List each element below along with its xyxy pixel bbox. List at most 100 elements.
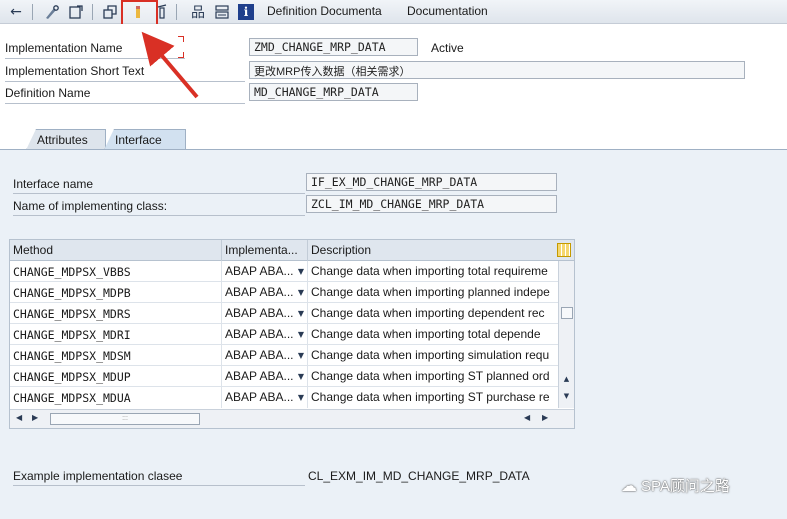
- status-text: Active: [431, 41, 464, 55]
- column-settings-icon[interactable]: [557, 243, 571, 257]
- dropdown-arrow-icon[interactable]: ▼: [298, 393, 304, 402]
- dropdown-arrow-icon[interactable]: ▼: [298, 288, 304, 297]
- column-header-implementation[interactable]: Implementa...: [222, 240, 308, 261]
- short-text-label: Implementation Short Text: [5, 64, 145, 78]
- impl-dropdown[interactable]: ABAP ABA... ▼: [222, 324, 308, 345]
- table-row[interactable]: CHANGE_MDPSX_VBBS ABAP ABA... ▼ Change da…: [10, 261, 558, 282]
- definition-documentation-button[interactable]: Definition Documenta: [267, 4, 382, 18]
- wechat-icon: ☁: [621, 476, 637, 495]
- method-cell[interactable]: CHANGE_MDPSX_MDRI: [10, 324, 222, 345]
- table-row[interactable]: CHANGE_MDPSX_MDSM ABAP ABA... ▼ Change da…: [10, 345, 558, 366]
- impl-value: ABAP ABA...: [225, 369, 294, 383]
- description-cell: Change data when importing planned indep…: [311, 285, 550, 299]
- dropdown-arrow-icon[interactable]: ▼: [298, 351, 304, 360]
- impl-dropdown[interactable]: ABAP ABA... ▼: [222, 345, 308, 366]
- field-corner-marker: [178, 52, 184, 58]
- dropdown-arrow-icon[interactable]: ▼: [298, 372, 304, 381]
- description-cell: Change data when importing total depende: [311, 327, 541, 341]
- label-underline: [13, 193, 305, 194]
- example-class-label: Example implementation clasee: [13, 469, 183, 483]
- scroll-right-icon[interactable]: ▶: [32, 413, 38, 422]
- change-display-icon[interactable]: [42, 2, 62, 22]
- dropdown-arrow-icon[interactable]: ▼: [298, 330, 304, 339]
- description-cell: Change data when importing simulation re…: [311, 348, 550, 362]
- impl-dropdown[interactable]: ABAP ABA... ▼: [222, 387, 308, 408]
- label-underline: [13, 215, 305, 216]
- impl-value: ABAP ABA...: [225, 390, 294, 404]
- scroll-down-icon[interactable]: ▼: [560, 389, 573, 402]
- table-row[interactable]: CHANGE_MDPSX_MDUA ABAP ABA... ▼ Change da…: [10, 387, 558, 408]
- impl-dropdown[interactable]: ABAP ABA... ▼: [222, 261, 308, 282]
- method-cell[interactable]: CHANGE_MDPSX_MDSM: [10, 345, 222, 366]
- impl-value: ABAP ABA...: [225, 348, 294, 362]
- def-name-label: Definition Name: [5, 86, 91, 100]
- method-cell[interactable]: CHANGE_MDPSX_MDUP: [10, 366, 222, 387]
- watermark: ☁ SPA顾问之路: [621, 475, 730, 496]
- method-cell[interactable]: CHANGE_MDPSX_MDRS: [10, 303, 222, 324]
- def-name-field[interactable]: MD_CHANGE_MRP_DATA: [249, 83, 418, 101]
- documentation-button[interactable]: Documentation: [407, 4, 488, 18]
- where-used-icon[interactable]: [212, 2, 232, 22]
- interface-name-field[interactable]: IF_EX_MD_CHANGE_MRP_DATA: [306, 173, 557, 191]
- impl-value: ABAP ABA...: [225, 327, 294, 341]
- list-stack-icon: [215, 5, 229, 19]
- pencil-glasses-icon: [46, 5, 59, 19]
- watermark-text: SPA顾问之路: [641, 478, 730, 495]
- table-row[interactable]: CHANGE_MDPSX_MDRS ABAP ABA... ▼ Change da…: [10, 303, 558, 324]
- impl-dropdown[interactable]: ABAP ABA... ▼: [222, 366, 308, 387]
- switch-icon: [103, 5, 117, 19]
- scroll-left-icon[interactable]: ◀: [524, 413, 530, 422]
- dropdown-arrow-icon[interactable]: ▼: [298, 267, 304, 276]
- method-cell[interactable]: CHANGE_MDPSX_VBBS: [10, 261, 222, 282]
- column-header-method[interactable]: Method: [10, 240, 222, 261]
- impl-value: ABAP ABA...: [225, 264, 294, 278]
- horizontal-scrollbar[interactable]: ◀ ▶ ::: ◀ ▶: [10, 409, 574, 428]
- toolbar-separator: [92, 4, 93, 20]
- description-cell: Change data when importing dependent rec: [311, 306, 545, 320]
- information-badge-icon: i: [238, 4, 254, 20]
- toolbar-separator: [176, 4, 177, 20]
- method-cell[interactable]: CHANGE_MDPSX_MDUA: [10, 387, 222, 408]
- label-underline: [5, 58, 185, 59]
- check-object-icon: [69, 5, 83, 19]
- active-inactive-icon[interactable]: [100, 2, 120, 22]
- impl-dropdown[interactable]: ABAP ABA... ▼: [222, 303, 308, 324]
- field-corner-marker: [178, 36, 184, 42]
- info-icon[interactable]: i: [236, 2, 256, 22]
- scroll-up-icon[interactable]: ▲: [560, 372, 573, 385]
- tab-attributes[interactable]: Attributes: [26, 129, 106, 150]
- check-icon[interactable]: [66, 2, 86, 22]
- interface-name-label: Interface name: [13, 177, 94, 191]
- dropdown-arrow-icon[interactable]: ▼: [298, 309, 304, 318]
- vertical-scrollbar[interactable]: ▲ ▼: [558, 261, 574, 408]
- impl-value: ABAP ABA...: [225, 285, 294, 299]
- description-cell: Change data when importing ST purchase r…: [311, 390, 550, 404]
- back-icon[interactable]: ←: [6, 2, 26, 22]
- column-header-description[interactable]: Description: [308, 240, 554, 261]
- vertical-scroll-thumb[interactable]: [561, 307, 573, 319]
- scroll-left-icon[interactable]: ◀: [16, 413, 22, 422]
- scroll-right-icon[interactable]: ▶: [542, 413, 548, 422]
- impl-dropdown[interactable]: ABAP ABA... ▼: [222, 282, 308, 303]
- table-row[interactable]: CHANGE_MDPSX_MDUP ABAP ABA... ▼ Change da…: [10, 366, 558, 387]
- label-underline: [5, 81, 245, 82]
- tab-interface[interactable]: Interface: [104, 129, 186, 150]
- label-underline: [13, 485, 305, 486]
- impl-class-field[interactable]: ZCL_IM_MD_CHANGE_MRP_DATA: [306, 195, 557, 213]
- method-cell[interactable]: CHANGE_MDPSX_MDPB: [10, 282, 222, 303]
- description-cell: Change data when importing ST planned or…: [311, 369, 550, 383]
- toolbar-separator: [32, 4, 33, 20]
- table-row[interactable]: CHANGE_MDPSX_MDPB ABAP ABA... ▼ Change da…: [10, 282, 558, 303]
- table-header: Method Implementa... Description: [10, 240, 574, 261]
- example-class-value: CL_EXM_IM_MD_CHANGE_MRP_DATA: [308, 469, 530, 483]
- description-cell: Change data when importing total require…: [311, 264, 548, 278]
- impl-name-field[interactable]: ZMD_CHANGE_MRP_DATA: [249, 38, 418, 56]
- impl-name-label: Implementation Name: [5, 41, 123, 55]
- hierarchy-icon[interactable]: 品: [188, 2, 208, 22]
- table-row[interactable]: CHANGE_MDPSX_MDRI ABAP ABA... ▼ Change da…: [10, 324, 558, 345]
- impl-value: ABAP ABA...: [225, 306, 294, 320]
- methods-table: Method Implementa... Description CHANGE_…: [9, 239, 575, 429]
- short-text-field[interactable]: 更改MRP传入数据（相关需求）: [249, 61, 745, 79]
- application-toolbar: ← 品 i Definition Documenta Documentation: [0, 0, 787, 24]
- horizontal-scroll-thumb[interactable]: :::: [50, 413, 200, 425]
